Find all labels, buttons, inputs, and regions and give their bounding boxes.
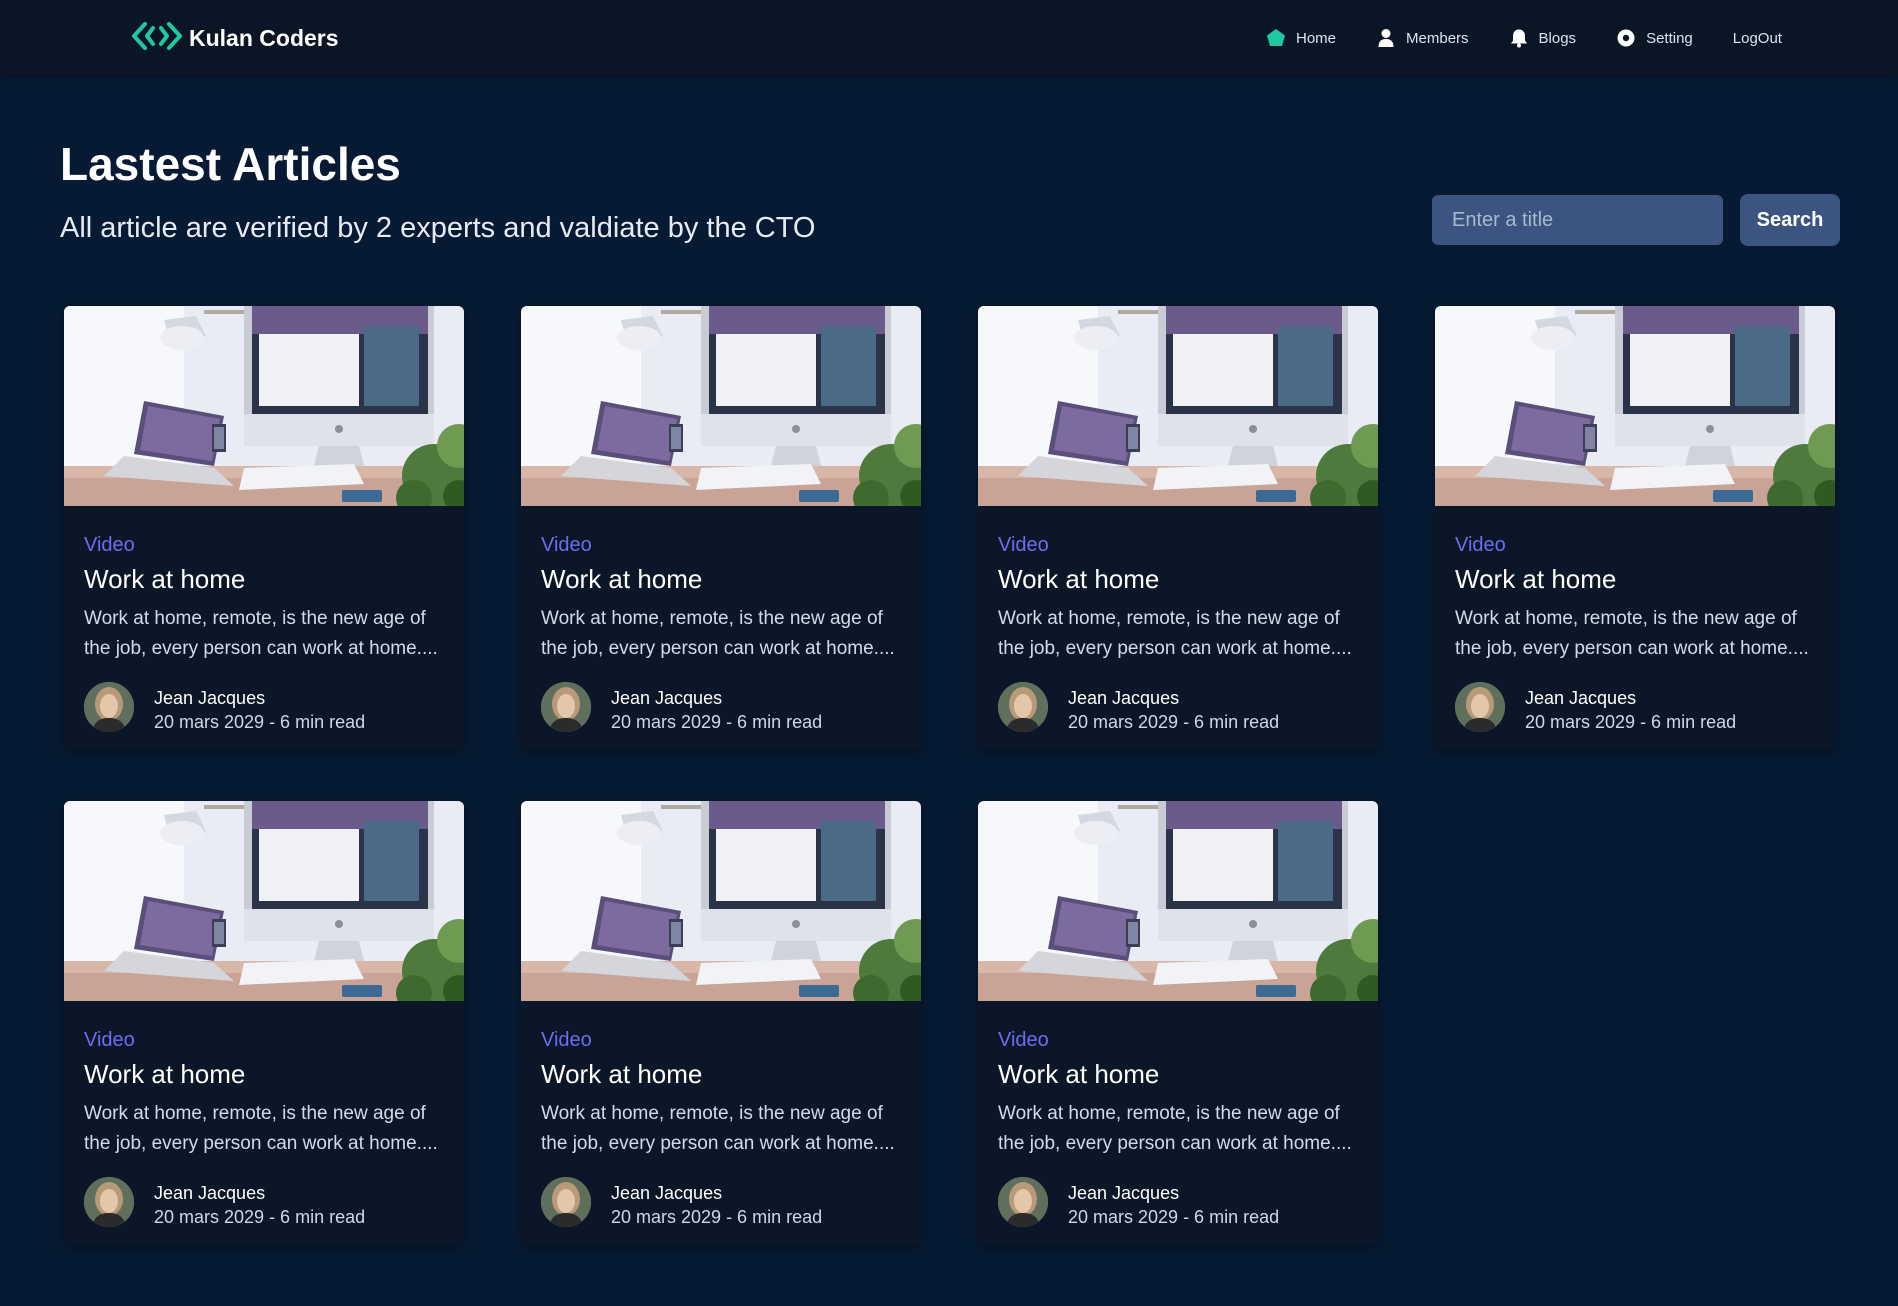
author-name[interactable]: Jean Jacques [154, 688, 265, 709]
page-subtitle: All article are verified by 2 experts an… [60, 212, 816, 244]
nav-label-blogs: Blogs [1538, 29, 1577, 47]
nav-item-setting[interactable]: Setting [1616, 28, 1693, 48]
article-image [978, 801, 1378, 1001]
article-excerpt: Work at home, remote, is the new age of … [998, 604, 1363, 664]
article-card[interactable]: Video Work at home Work at home, remote,… [521, 306, 921, 750]
nav-item-blogs[interactable]: Blogs [1509, 28, 1577, 48]
author-name[interactable]: Jean Jacques [611, 688, 722, 709]
author-name[interactable]: Jean Jacques [1068, 1183, 1179, 1204]
article-category[interactable]: Video [1455, 534, 1506, 557]
search-button[interactable]: Search [1740, 194, 1840, 246]
article-category[interactable]: Video [998, 534, 1049, 557]
home-icon [1266, 28, 1286, 48]
author-name[interactable]: Jean Jacques [1525, 688, 1636, 709]
author-name[interactable]: Jean Jacques [154, 1183, 265, 1204]
article-excerpt-line-2: the job, every person can work at home..… [998, 1133, 1352, 1154]
article-title[interactable]: Work at home [84, 564, 245, 595]
article-excerpt-line-1: Work at home, remote, is the new age of [541, 608, 883, 629]
nav-label-members: Members [1406, 29, 1469, 47]
nav-label-logout: LogOut [1732, 29, 1782, 47]
article-excerpt-line-1: Work at home, remote, is the new age of [998, 608, 1340, 629]
article-excerpt-line-2: the job, every person can work at home..… [998, 638, 1352, 659]
article-card[interactable]: Video Work at home Work at home, remote,… [521, 801, 921, 1245]
article-excerpt-line-1: Work at home, remote, is the new age of [998, 1103, 1340, 1124]
user-icon [1376, 28, 1396, 48]
author-avatar [84, 1177, 134, 1227]
search-input[interactable] [1432, 195, 1723, 245]
brand-name: Kulan Coders [189, 24, 339, 51]
article-meta: 20 mars 2029 - 6 min read [1525, 712, 1737, 732]
article-category[interactable]: Video [84, 534, 135, 557]
article-card[interactable]: Video Work at home Work at home, remote,… [1435, 306, 1835, 750]
article-category[interactable]: Video [998, 1029, 1049, 1052]
author-name[interactable]: Jean Jacques [611, 1183, 722, 1204]
page-title: Lastest Articles [60, 138, 401, 190]
bell-icon [1509, 28, 1529, 48]
article-card[interactable]: Video Work at home Work at home, remote,… [978, 306, 1378, 750]
nav-label-home: Home [1296, 29, 1337, 47]
article-excerpt-line-2: the job, every person can work at home..… [84, 1133, 438, 1154]
article-image [1435, 306, 1835, 506]
article-excerpt-line-2: the job, every person can work at home..… [84, 638, 438, 659]
article-meta: 20 mars 2029 - 6 min read [154, 712, 366, 732]
nav-links: Home Members Blogs Setting LogOut [1266, 26, 1782, 50]
article-meta: 20 mars 2029 - 6 min read [1068, 712, 1280, 732]
article-excerpt: Work at home, remote, is the new age of … [84, 604, 449, 664]
top-navbar: Kulan Coders Home Members Blogs Setting [0, 0, 1898, 75]
article-title[interactable]: Work at home [541, 564, 702, 595]
article-excerpt-line-1: Work at home, remote, is the new age of [541, 1103, 883, 1124]
article-excerpt-line-1: Work at home, remote, is the new age of [1455, 608, 1797, 629]
article-excerpt-line-2: the job, every person can work at home..… [1455, 638, 1809, 659]
article-title[interactable]: Work at home [541, 1059, 702, 1090]
author-avatar [998, 1177, 1048, 1227]
article-excerpt-line-2: the job, every person can work at home..… [541, 638, 895, 659]
article-image [521, 306, 921, 506]
article-excerpt: Work at home, remote, is the new age of … [1455, 604, 1820, 664]
author-avatar [541, 682, 591, 732]
article-image [64, 306, 464, 506]
brand-logo-icon [131, 20, 183, 57]
article-card[interactable]: Video Work at home Work at home, remote,… [64, 306, 464, 750]
brand[interactable]: Kulan Coders [131, 20, 339, 57]
settings-icon [1616, 28, 1636, 48]
author-name[interactable]: Jean Jacques [1068, 688, 1179, 709]
article-excerpt-line-2: the job, every person can work at home..… [541, 1133, 895, 1154]
author-avatar [998, 682, 1048, 732]
article-meta: 20 mars 2029 - 6 min read [154, 1207, 366, 1227]
article-image [978, 306, 1378, 506]
article-title[interactable]: Work at home [1455, 564, 1616, 595]
article-title[interactable]: Work at home [998, 1059, 1159, 1090]
article-image [64, 801, 464, 1001]
article-excerpt-line-1: Work at home, remote, is the new age of [84, 608, 426, 629]
article-category[interactable]: Video [84, 1029, 135, 1052]
article-excerpt: Work at home, remote, is the new age of … [541, 1099, 906, 1159]
article-meta: 20 mars 2029 - 6 min read [1068, 1207, 1280, 1227]
article-image [521, 801, 921, 1001]
nav-item-home[interactable]: Home [1266, 28, 1336, 48]
article-meta: 20 mars 2029 - 6 min read [611, 712, 823, 732]
article-meta: 20 mars 2029 - 6 min read [611, 1207, 823, 1227]
article-category[interactable]: Video [541, 534, 592, 557]
article-title[interactable]: Work at home [84, 1059, 245, 1090]
article-card[interactable]: Video Work at home Work at home, remote,… [64, 801, 464, 1245]
article-excerpt: Work at home, remote, is the new age of … [998, 1099, 1363, 1159]
author-avatar [1455, 682, 1505, 732]
author-avatar [541, 1177, 591, 1227]
nav-item-logout[interactable]: LogOut [1733, 30, 1782, 47]
article-excerpt: Work at home, remote, is the new age of … [84, 1099, 449, 1159]
article-card[interactable]: Video Work at home Work at home, remote,… [978, 801, 1378, 1245]
article-excerpt-line-1: Work at home, remote, is the new age of [84, 1103, 426, 1124]
article-category[interactable]: Video [541, 1029, 592, 1052]
article-title[interactable]: Work at home [998, 564, 1159, 595]
nav-item-members[interactable]: Members [1376, 28, 1469, 48]
author-avatar [84, 682, 134, 732]
nav-label-setting: Setting [1646, 29, 1693, 47]
article-excerpt: Work at home, remote, is the new age of … [541, 604, 906, 664]
